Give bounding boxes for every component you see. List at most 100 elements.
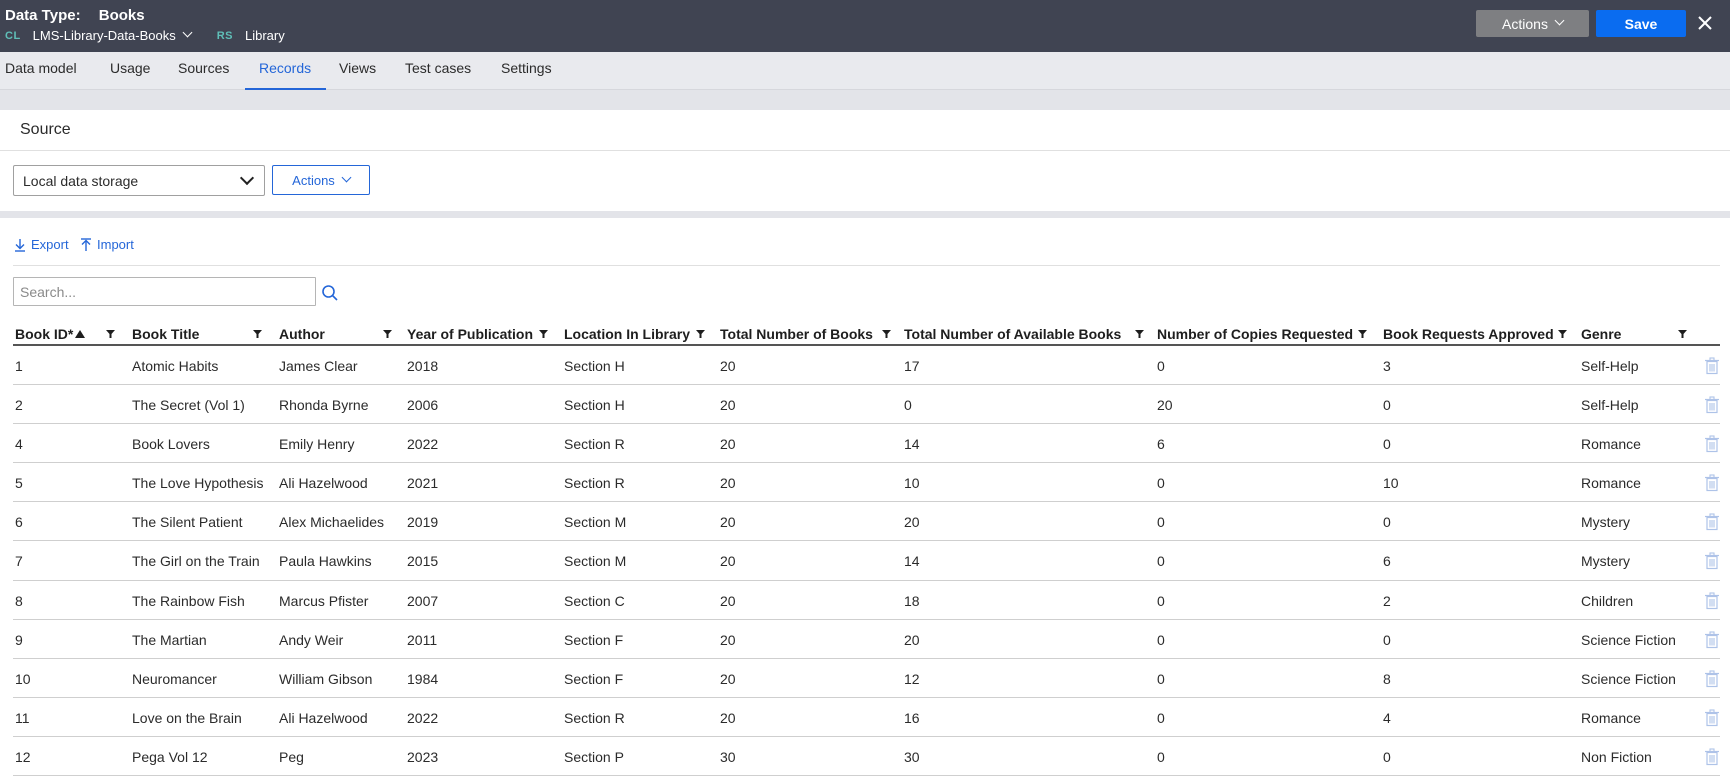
table-cell: 2022 [407,709,439,726]
filter-icon[interactable] [882,330,891,338]
class-name-dropdown[interactable]: LMS-Library-Data-Books [33,27,193,43]
filter-icon[interactable] [253,330,262,338]
column-header[interactable]: Year of Publication [407,326,533,342]
table-row[interactable]: 5 The Love Hypothesis Ali Hazelwood 2021 Sec… [13,463,1720,503]
column-header[interactable]: Book Requests Approved [1383,326,1554,342]
tab-views[interactable]: Views [339,60,376,90]
table-cell: Self-Help [1581,397,1639,414]
table-cell: James Clear [279,358,358,374]
table-row[interactable]: 11 Love on the Brain Ali Hazelwood 2022 Sect… [13,698,1720,737]
column-header[interactable]: Location In Library [564,326,690,342]
import-link[interactable]: Import [80,237,134,252]
column-header[interactable]: Total Number of Available Books [904,326,1121,342]
tab-test-cases[interactable]: Test cases [405,60,471,90]
filter-icon[interactable] [1358,330,1367,338]
trash-icon[interactable] [1704,513,1720,531]
search-input[interactable] [13,277,316,306]
table-cell: 14 [904,553,920,570]
trash-icon[interactable] [1704,552,1720,570]
trash-icon[interactable] [1704,631,1720,649]
table-cell: Book Lovers [132,436,210,453]
table-cell: Pega Vol 12 [132,748,208,765]
table-row[interactable]: 9 The Martian Andy Weir 2011 Section F 20 20 0 0… [13,620,1720,659]
table-cell: 2018 [407,358,439,374]
table-cell: 20 [720,397,736,414]
column-header[interactable]: Number of Copies Requested [1157,326,1353,342]
filter-icon[interactable] [1678,330,1687,338]
table-cell: Neuromancer [132,670,217,687]
table-cell: Section R [564,709,625,726]
trash-icon[interactable] [1704,396,1720,414]
table-cell: 0 [1383,748,1391,765]
filter-icon[interactable] [1135,330,1144,338]
filter-icon[interactable] [1558,330,1567,338]
source-select[interactable]: Local data storage [13,165,265,196]
trash-icon[interactable] [1704,474,1720,492]
export-link[interactable]: Export [14,237,69,252]
table-cell: Emily Henry [279,436,355,453]
chevron-down-icon [239,170,255,186]
trash-icon[interactable] [1704,670,1720,688]
header-actions-button[interactable]: Actions [1476,10,1589,37]
table-cell: 20 [720,631,736,648]
tab-records[interactable]: Records [245,60,326,90]
records-table: Book ID* Book Title Author Year of Publicat… [13,321,1720,777]
table-cell: Section P [564,748,624,765]
column-header-label: Book ID* [15,326,74,342]
table-cell: 16 [904,709,920,726]
import-label: Import [97,237,134,252]
trash-icon[interactable] [1704,357,1720,375]
column-header[interactable]: Book ID* [15,326,86,342]
tab-usage[interactable]: Usage [110,60,150,90]
column-header[interactable]: Total Number of Books [720,326,873,342]
table-header: Book ID* Book Title Author Year of Publicat… [13,321,1720,346]
source-title: Source [20,121,71,138]
tab-settings[interactable]: Settings [501,60,552,90]
sort-ascending-icon[interactable] [75,330,86,338]
search-icon[interactable] [321,284,339,302]
table-cell: 4 [1383,709,1391,726]
column-header[interactable]: Book Title [132,326,199,342]
filter-icon[interactable] [696,330,705,338]
source-actions-button[interactable]: Actions [272,165,370,195]
table-cell: 0 [1157,670,1165,687]
trash-icon[interactable] [1704,435,1720,453]
column-header-label: Genre [1581,326,1622,342]
table-cell: 6 [15,514,23,531]
column-header-label: Book Title [132,326,200,342]
tab-data-model[interactable]: Data model [5,60,77,90]
data-type-value: Books [98,7,145,24]
table-row[interactable]: 2 The Secret (Vol 1) Rhonda Byrne 2006 Secti… [13,385,1720,425]
table-cell: 9 [15,631,23,648]
table-cell: 0 [1157,748,1165,765]
table-row[interactable]: 10 Neuromancer William Gibson 1984 Section F… [13,659,1720,698]
table-cell: 20 [720,358,736,374]
chevron-down-icon [1554,15,1565,26]
filter-icon[interactable] [539,330,548,338]
table-row[interactable]: 7 The Girl on the Train Paula Hawkins 2015 S… [13,541,1720,581]
filter-icon[interactable] [383,330,392,338]
filter-icon[interactable] [106,330,115,338]
column-header[interactable]: Genre [1581,326,1621,342]
table-cell: 6 [1157,436,1165,453]
divider [13,265,1720,266]
table-row[interactable]: 12 Pega Vol 12 Peg 2023 Section P 30 30 0 0 Non F… [13,737,1720,777]
table-row[interactable]: 6 The Silent Patient Alex Michaelides 2019 S… [13,502,1720,542]
table-row[interactable]: 4 Book Lovers Emily Henry 2022 Section R 20 14… [13,424,1720,464]
close-icon[interactable] [1694,12,1716,34]
table-row[interactable]: 1 Atomic Habits James Clear 2018 Section H 20… [13,346,1720,386]
table-cell: 8 [15,592,23,609]
class-ruleset-line: CL LMS-Library-Data-Books RS Library [5,27,285,43]
table-row[interactable]: 8 The Rainbow Fish Marcus Pfister 2007 Secti… [13,581,1720,620]
ruleset-name[interactable]: Library [245,28,285,43]
trash-icon[interactable] [1704,748,1720,766]
table-cell: Section F [564,670,624,687]
trash-icon[interactable] [1704,592,1720,610]
save-button[interactable]: Save [1596,10,1686,37]
tab-sources[interactable]: Sources [178,60,229,90]
trash-icon[interactable] [1704,709,1720,727]
column-header[interactable]: Author [279,326,325,342]
table-cell: 30 [720,748,736,765]
table-cell: Rhonda Byrne [279,397,369,414]
table-cell: Self-Help [1581,358,1639,374]
